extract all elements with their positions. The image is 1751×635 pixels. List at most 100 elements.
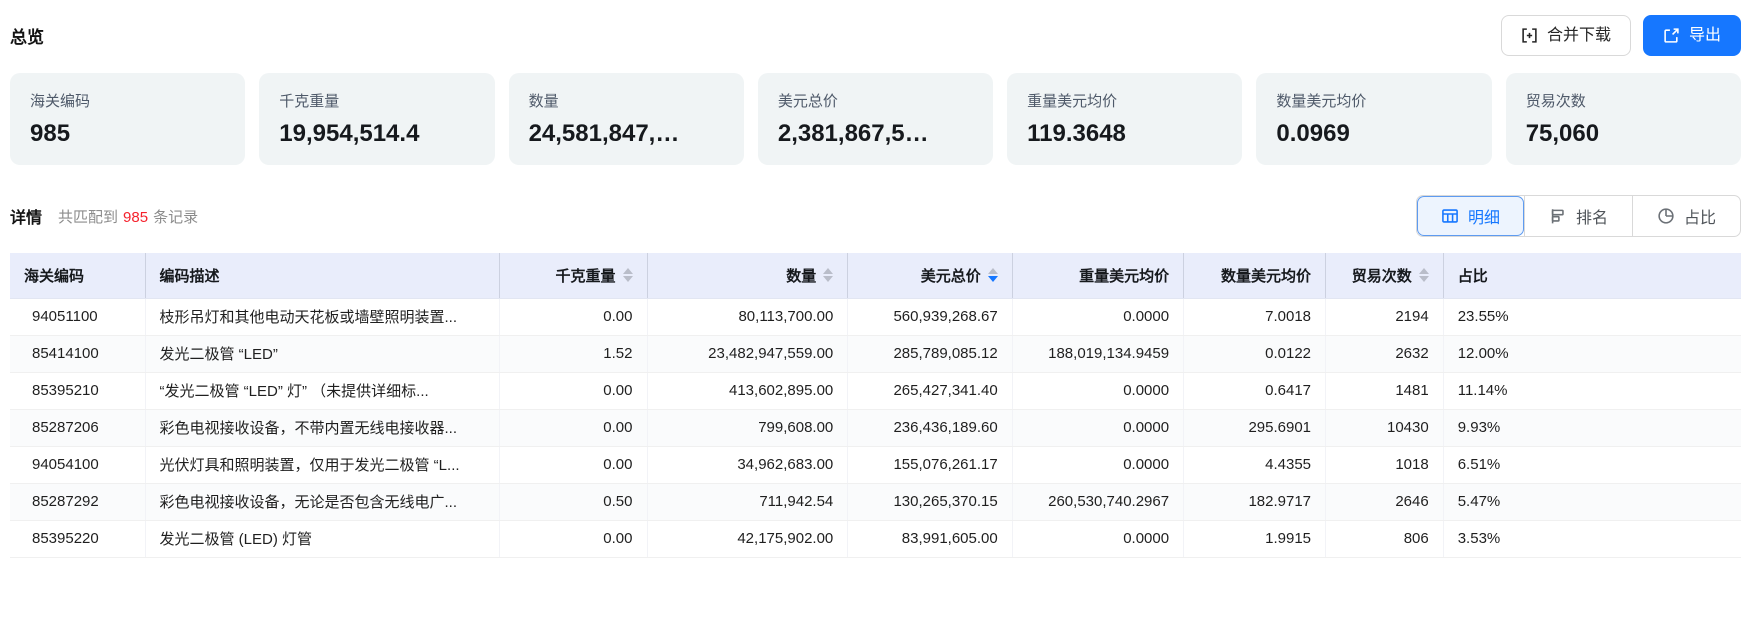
export-label: 导出 [1689, 28, 1721, 44]
tab-share[interactable]: 占比 [1632, 196, 1740, 236]
col-label: 海关编码 [24, 265, 84, 286]
match-info: 共匹配到 985 条记录 [58, 206, 198, 227]
table-row[interactable]: 85395210 “发光二极管 “LED” 灯” （未提供详细标... 0.00… [10, 372, 1741, 409]
cell-trade-count: 2646 [1326, 483, 1444, 520]
table-row[interactable]: 85287292 彩色电视接收设备，无论是否包含无线电广... 0.50 711… [10, 483, 1741, 520]
table-row[interactable]: 85414100 发光二极管 “LED” 1.52 23,482,947,559… [10, 335, 1741, 372]
cell-usd-per-weight: 0.0000 [1012, 409, 1183, 446]
cell-hs-code: 94054100 [10, 446, 145, 483]
cell-usd-per-weight: 0.0000 [1012, 372, 1183, 409]
table-header: 海关编码 编码描述 千克重量 数量 美元总价 [10, 253, 1741, 298]
col-label: 贸易次数 [1352, 265, 1412, 286]
cell-share: 12.00% [1443, 335, 1741, 372]
cell-trade-count: 806 [1326, 520, 1444, 557]
cell-trade-count: 2194 [1326, 298, 1444, 335]
sort-carets-icon [623, 268, 633, 282]
page-title: 总览 [10, 23, 44, 48]
col-trade-count-sorter[interactable]: 贸易次数 [1326, 253, 1444, 298]
cell-hs-code: 85287206 [10, 409, 145, 446]
cell-trade-count: 1481 [1326, 372, 1444, 409]
export-icon [1663, 27, 1680, 44]
tab-label: 排名 [1576, 204, 1608, 228]
card-label: 贸易次数 [1526, 90, 1721, 111]
card-usd-per-weight: 重量美元均价 119.3648 [1007, 73, 1242, 165]
cell-quantity: 80,113,700.00 [647, 298, 848, 335]
cell-quantity: 34,962,683.00 [647, 446, 848, 483]
col-label: 千克重量 [555, 265, 615, 286]
detail-bar: 详情 共匹配到 985 条记录 明细 [10, 165, 1741, 253]
pie-chart-icon [1657, 207, 1675, 225]
cell-description: 发光二极管 (LED) 灯管 [145, 520, 500, 557]
cell-usd-per-weight: 0.0000 [1012, 298, 1183, 335]
card-label: 千克重量 [279, 90, 474, 111]
detail-table: 海关编码 编码描述 千克重量 数量 美元总价 [10, 253, 1741, 558]
col-hs-code: 海关编码 [10, 253, 145, 298]
sort-carets-icon [823, 268, 833, 282]
cell-usd-per-quantity: 0.0122 [1184, 335, 1326, 372]
table-body: 94051100 枝形吊灯和其他电动天花板或墙壁照明装置... 0.00 80,… [10, 298, 1741, 557]
col-quantity-sorter[interactable]: 数量 [647, 253, 848, 298]
cell-quantity: 413,602,895.00 [647, 372, 848, 409]
cell-usd-per-quantity: 295.6901 [1184, 409, 1326, 446]
tab-detail[interactable]: 明细 [1417, 196, 1524, 236]
cell-usd-total: 155,076,261.17 [848, 446, 1012, 483]
card-kg-weight: 千克重量 19,954,514.4 [259, 73, 494, 165]
cell-description: 彩色电视接收设备，无论是否包含无线电广... [145, 483, 500, 520]
topbar-actions: 合并下载 导出 [1501, 15, 1741, 56]
summary-cards: 海关编码 985 千克重量 19,954,514.4 数量 24,581,847… [10, 66, 1741, 165]
col-label: 编码描述 [160, 265, 220, 286]
cell-usd-per-weight: 0.0000 [1012, 520, 1183, 557]
col-label: 美元总价 [921, 265, 981, 286]
cell-usd-total: 130,265,370.15 [848, 483, 1012, 520]
sort-carets-desc-active-icon [988, 268, 998, 282]
card-label: 美元总价 [778, 90, 973, 111]
cell-hs-code: 85414100 [10, 335, 145, 372]
cell-usd-total: 285,789,085.12 [848, 335, 1012, 372]
export-button[interactable]: 导出 [1643, 15, 1741, 56]
cell-quantity: 42,175,902.00 [647, 520, 848, 557]
cell-description: 枝形吊灯和其他电动天花板或墙壁照明装置... [145, 298, 500, 335]
match-suffix: 条记录 [153, 209, 198, 226]
trade-dashboard: 总览 合并下载 导出 [0, 0, 1751, 558]
cell-usd-per-weight: 188,019,134.9459 [1012, 335, 1183, 372]
cell-kg-weight: 0.50 [500, 483, 647, 520]
detail-title: 详情 [10, 204, 42, 228]
col-kg-weight-sorter[interactable]: 千克重量 [500, 253, 647, 298]
card-usd-per-quantity: 数量美元均价 0.0969 [1256, 73, 1491, 165]
col-usd-per-weight: 重量美元均价 [1012, 253, 1183, 298]
cell-description: 彩色电视接收设备，不带内置无线电接收器... [145, 409, 500, 446]
match-count: 985 [123, 209, 148, 226]
cell-share: 23.55% [1443, 298, 1741, 335]
view-tabs: 明细 排名 占比 [1416, 195, 1741, 237]
cell-hs-code: 94051100 [10, 298, 145, 335]
cell-kg-weight: 0.00 [500, 446, 647, 483]
table-row[interactable]: 94051100 枝形吊灯和其他电动天花板或墙壁照明装置... 0.00 80,… [10, 298, 1741, 335]
table-row[interactable]: 85287206 彩色电视接收设备，不带内置无线电接收器... 0.00 799… [10, 409, 1741, 446]
cell-hs-code: 85287292 [10, 483, 145, 520]
topbar: 总览 合并下载 导出 [10, 0, 1741, 66]
merge-download-label: 合并下载 [1547, 28, 1611, 44]
cell-usd-per-quantity: 0.6417 [1184, 372, 1326, 409]
cell-usd-total: 265,427,341.40 [848, 372, 1012, 409]
cell-usd-total: 83,991,605.00 [848, 520, 1012, 557]
card-hs-code: 海关编码 985 [10, 73, 245, 165]
tab-label: 明细 [1468, 204, 1500, 228]
col-label: 重量美元均价 [1079, 265, 1169, 286]
table-row[interactable]: 85395220 发光二极管 (LED) 灯管 0.00 42,175,902.… [10, 520, 1741, 557]
card-usd-total: 美元总价 2,381,867,5… [758, 73, 993, 165]
cell-hs-code: 85395220 [10, 520, 145, 557]
card-quantity: 数量 24,581,847,… [509, 73, 744, 165]
tab-ranking[interactable]: 排名 [1524, 196, 1632, 236]
cell-usd-per-quantity: 7.0018 [1184, 298, 1326, 335]
card-value: 24,581,847,… [529, 120, 724, 148]
col-label: 数量美元均价 [1221, 265, 1311, 286]
cell-kg-weight: 0.00 [500, 298, 647, 335]
table-row[interactable]: 94054100 光伏灯具和照明装置，仅用于发光二极管 “L... 0.00 3… [10, 446, 1741, 483]
cell-trade-count: 1018 [1326, 446, 1444, 483]
merge-download-button[interactable]: 合并下载 [1501, 15, 1631, 56]
cell-description: 光伏灯具和照明装置，仅用于发光二极管 “L... [145, 446, 500, 483]
sort-carets-icon [1419, 268, 1429, 282]
match-prefix: 共匹配到 [58, 209, 118, 226]
col-label: 占比 [1458, 265, 1488, 286]
col-usd-total-sorter[interactable]: 美元总价 [848, 253, 1012, 298]
